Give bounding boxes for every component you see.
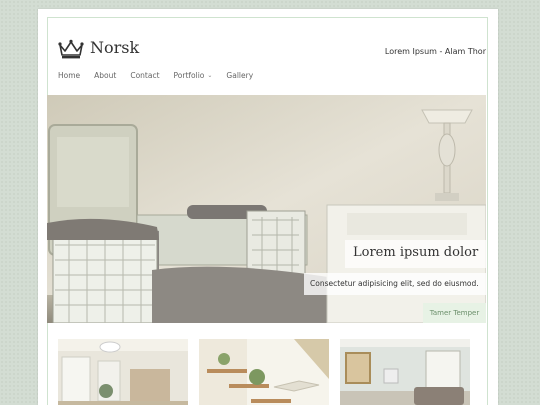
gallery-thumb-1[interactable] [58, 339, 188, 405]
nav-label: Contact [130, 71, 160, 80]
chevron-down-icon: ⌄ [207, 72, 213, 79]
nav-label: Gallery [226, 71, 254, 80]
hero-button[interactable]: Tamer Temper [423, 303, 486, 323]
site-tagline: Lorem Ipsum - Alam Thor [384, 47, 486, 56]
gallery-thumb-2[interactable] [199, 339, 329, 405]
nav-label: Home [58, 71, 81, 80]
hero-title: Lorem ipsum dolor [345, 240, 486, 268]
hero-text: Consectetur adipisicing elit, sed do eiu… [304, 273, 486, 295]
nav-contact[interactable]: Contact [130, 71, 159, 80]
thumb-image [340, 339, 470, 405]
thumb-image [58, 339, 188, 405]
thumb-image [199, 339, 329, 405]
nav-home[interactable]: Home [58, 71, 80, 80]
nav-portfolio[interactable]: Portfolio ⌄ [174, 71, 213, 80]
gallery-thumb-3[interactable] [340, 339, 470, 405]
nav-label: Portfolio [173, 71, 205, 80]
crown-icon[interactable] [58, 39, 84, 59]
hero-slider[interactable]: Lorem ipsum dolor Consectetur adipisicin… [47, 95, 486, 323]
main-navigation: Home About Contact Portfolio ⌄ Gallery [58, 71, 267, 80]
site-title[interactable]: Norsk [90, 38, 139, 57]
nav-about[interactable]: About [94, 71, 116, 80]
nav-label: About [94, 71, 117, 80]
page-container: Norsk Lorem Ipsum - Alam Thor Home About… [38, 9, 498, 405]
nav-gallery[interactable]: Gallery [226, 71, 253, 80]
